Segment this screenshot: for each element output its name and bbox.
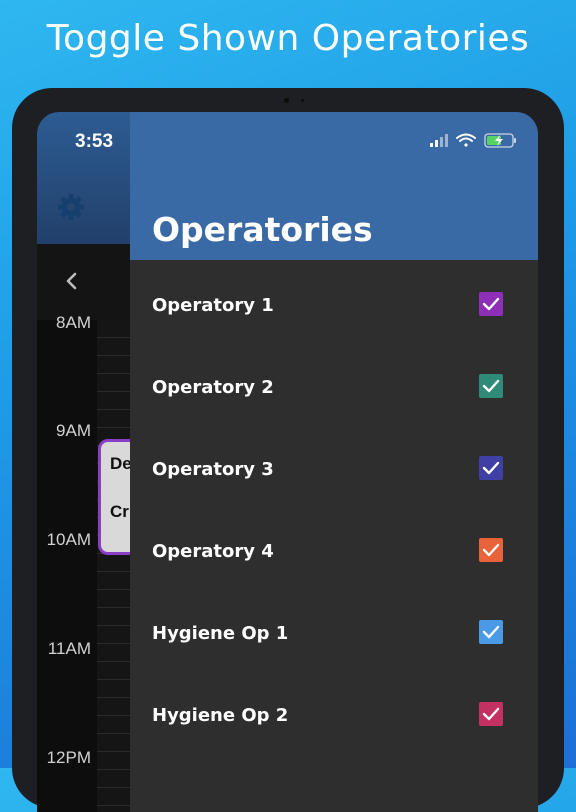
chevron-left-icon[interactable] xyxy=(63,270,81,292)
status-icons xyxy=(430,133,516,148)
app-screen: 3:53 8AM 9AM 10AM 11AM 12PM De Cr Operat… xyxy=(37,112,538,812)
operatory-checkbox[interactable] xyxy=(479,456,503,480)
checkmark-icon xyxy=(482,379,500,393)
sensor-dot xyxy=(301,99,304,102)
operatories-drawer: Operatories Operatory 1 Operatory 2 Operat… xyxy=(130,112,538,812)
operatory-row[interactable]: Operatory 1 xyxy=(130,267,538,349)
operatory-checkbox[interactable] xyxy=(479,538,503,562)
headline: Toggle Shown Operatories xyxy=(46,18,530,59)
operatory-row[interactable]: Operatory 3 xyxy=(130,431,538,513)
appointment-line1: De xyxy=(110,454,132,473)
operatory-checkbox[interactable] xyxy=(479,292,503,316)
cellular-signal-icon xyxy=(430,134,448,147)
operatory-label: Operatory 2 xyxy=(152,377,274,398)
operatory-label: Operatory 3 xyxy=(152,459,274,480)
operatory-row[interactable]: Hygiene Op 2 xyxy=(130,677,538,759)
operatory-label: Hygiene Op 1 xyxy=(152,623,289,644)
hour-label: 8AM xyxy=(56,313,91,332)
checkmark-icon xyxy=(482,543,500,557)
hour-label: 12PM xyxy=(46,748,91,767)
camera-dot xyxy=(284,98,289,103)
operatory-row[interactable]: Operatory 2 xyxy=(130,349,538,431)
checkmark-icon xyxy=(482,461,500,475)
hour-label: 10AM xyxy=(46,530,91,549)
status-time: 3:53 xyxy=(75,131,114,152)
gear-icon[interactable] xyxy=(56,192,86,222)
checkmark-icon xyxy=(482,625,500,639)
drawer-header: Operatories xyxy=(130,112,538,260)
hour-label: 9AM xyxy=(56,421,91,440)
battery-charging-icon xyxy=(484,133,516,148)
operatory-row[interactable]: Operatory 4 xyxy=(130,513,538,595)
appointment-line2: Cr xyxy=(110,502,129,521)
checkmark-icon xyxy=(482,707,500,721)
operatory-checkbox[interactable] xyxy=(479,374,503,398)
operatory-label: Operatory 1 xyxy=(152,295,274,316)
operatory-label: Operatory 4 xyxy=(152,541,274,562)
operatory-label: Hygiene Op 2 xyxy=(152,705,289,726)
wifi-icon xyxy=(456,133,476,147)
operatory-row[interactable]: Hygiene Op 1 xyxy=(130,595,538,677)
checkmark-icon xyxy=(482,297,500,311)
operatory-checkbox[interactable] xyxy=(479,702,503,726)
hour-label: 11AM xyxy=(47,639,91,658)
drawer-title: Operatories xyxy=(152,210,373,249)
operatory-checkbox[interactable] xyxy=(479,620,503,644)
